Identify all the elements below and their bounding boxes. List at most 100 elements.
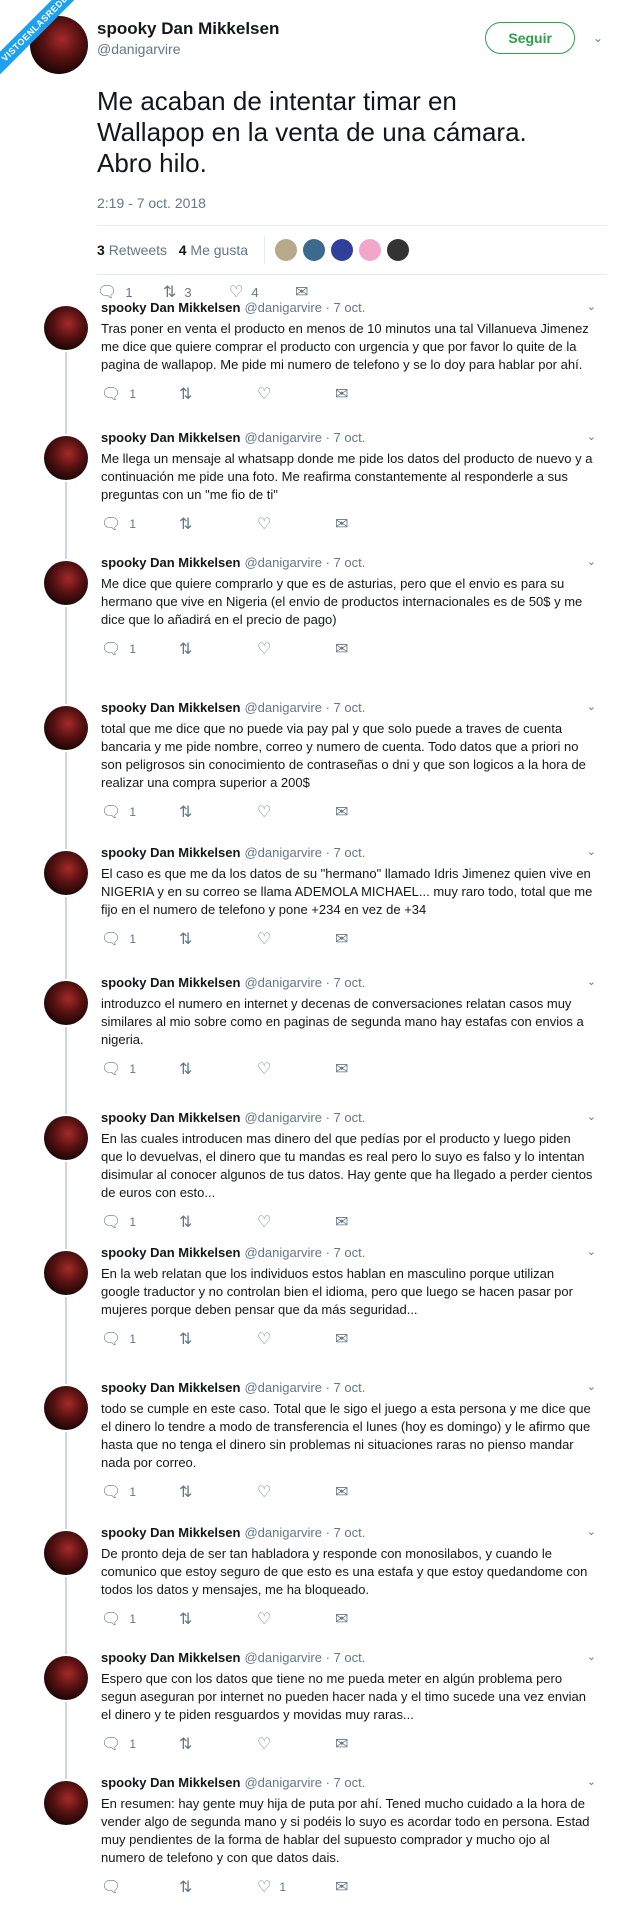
display-name[interactable]: spooky Dan Mikkelsen — [101, 700, 240, 718]
display-name[interactable]: spooky Dan Mikkelsen — [101, 975, 240, 993]
retweet-button[interactable]: ⇅ — [179, 1329, 257, 1349]
handle-and-date[interactable]: @danigarvire · 7 oct. — [244, 430, 365, 448]
follow-button[interactable]: Seguir — [485, 22, 575, 54]
handle-and-date[interactable]: @danigarvire · 7 oct. — [244, 845, 365, 863]
like-button[interactable]: ♡ — [257, 639, 335, 659]
handle-and-date[interactable]: @danigarvire · 7 oct. — [244, 1525, 365, 1543]
display-name[interactable]: spooky Dan Mikkelsen — [101, 1110, 240, 1128]
avatar[interactable] — [44, 306, 88, 350]
avatar[interactable] — [44, 851, 88, 895]
handle-and-date[interactable]: @danigarvire · 7 oct. — [244, 1110, 365, 1128]
chevron-down-icon[interactable]: ⌄ — [587, 1380, 596, 1398]
display-name[interactable]: spooky Dan Mikkelsen — [101, 1245, 240, 1263]
reply-button[interactable]: 🗨 — [101, 1877, 179, 1897]
display-name[interactable]: spooky Dan Mikkelsen — [101, 1380, 240, 1398]
retweet-button[interactable]: ⇅ — [179, 514, 257, 534]
avatar[interactable] — [44, 436, 88, 480]
handle-and-date[interactable]: @danigarvire · 7 oct. — [244, 1245, 365, 1263]
chevron-down-icon[interactable]: ⌄ — [587, 1775, 596, 1793]
liker-avatar[interactable] — [303, 239, 325, 261]
retweet-button[interactable]: ⇅ — [179, 384, 257, 404]
message-button[interactable]: ✉ — [335, 514, 413, 534]
message-button[interactable]: ✉ — [335, 1059, 413, 1079]
retweet-button[interactable]: ⇅ — [179, 1609, 257, 1629]
like-button[interactable]: ♡ 4 — [229, 282, 295, 302]
chevron-down-icon[interactable]: ⌄ — [587, 1650, 596, 1668]
handle-and-date[interactable]: @danigarvire · 7 oct. — [244, 975, 365, 993]
display-name[interactable]: spooky Dan Mikkelsen — [101, 1525, 240, 1543]
display-name[interactable]: spooky Dan Mikkelsen — [101, 300, 240, 318]
reply-button[interactable]: 🗨 1 — [101, 1734, 179, 1754]
likes-label[interactable]: Me gusta — [190, 242, 248, 258]
reply-button[interactable]: 🗨 1 — [101, 1482, 179, 1502]
reply-button[interactable]: 🗨 1 — [97, 282, 163, 302]
reply-button[interactable]: 🗨 1 — [101, 929, 179, 949]
avatar[interactable] — [44, 1251, 88, 1295]
timestamp[interactable]: 2:19 - 7 oct. 2018 — [97, 195, 607, 211]
message-button[interactable]: ✉ — [335, 1482, 413, 1502]
reply-button[interactable]: 🗨 1 — [101, 1609, 179, 1629]
liker-avatar[interactable] — [331, 239, 353, 261]
handle-and-date[interactable]: @danigarvire · 7 oct. — [244, 1775, 365, 1793]
display-name[interactable]: spooky Dan Mikkelsen — [101, 430, 240, 448]
avatar[interactable] — [44, 1531, 88, 1575]
like-button[interactable]: ♡ — [257, 1329, 335, 1349]
message-button[interactable]: ✉ — [335, 929, 413, 949]
handle-and-date[interactable]: @danigarvire · 7 oct. — [244, 700, 365, 718]
handle-and-date[interactable]: @danigarvire · 7 oct. — [244, 1380, 365, 1398]
like-button[interactable]: ♡ — [257, 1212, 335, 1232]
retweet-button[interactable]: ⇅ — [179, 1482, 257, 1502]
retweet-button[interactable]: ⇅ — [179, 802, 257, 822]
message-button[interactable]: ✉ — [335, 384, 413, 404]
liker-avatar[interactable] — [387, 239, 409, 261]
retweets-label[interactable]: Retweets — [109, 242, 167, 258]
retweets-count[interactable]: 3 — [97, 242, 105, 258]
like-button[interactable]: ♡ — [257, 929, 335, 949]
chevron-down-icon[interactable]: ⌄ — [587, 555, 596, 573]
message-button[interactable]: ✉ — [295, 282, 361, 302]
liker-avatar[interactable] — [359, 239, 381, 261]
like-button[interactable]: ♡ — [257, 384, 335, 404]
retweet-button[interactable]: ⇅ — [179, 1877, 257, 1897]
avatar[interactable] — [44, 561, 88, 605]
reply-button[interactable]: 🗨 1 — [101, 1329, 179, 1349]
likes-count[interactable]: 4 — [179, 242, 187, 258]
like-button[interactable]: ♡ — [257, 1482, 335, 1502]
display-name[interactable]: spooky Dan Mikkelsen — [101, 1650, 240, 1668]
retweet-button[interactable]: ⇅ — [179, 1734, 257, 1754]
avatar[interactable] — [44, 706, 88, 750]
display-name[interactable]: spooky Dan Mikkelsen — [101, 1775, 240, 1793]
like-button[interactable]: ♡ — [257, 802, 335, 822]
reply-button[interactable]: 🗨 1 — [101, 639, 179, 659]
liker-avatar[interactable] — [275, 239, 297, 261]
avatar[interactable] — [44, 1781, 88, 1825]
message-button[interactable]: ✉ — [335, 639, 413, 659]
retweet-button[interactable]: ⇅ — [179, 1059, 257, 1079]
reply-button[interactable]: 🗨 1 — [101, 1059, 179, 1079]
reply-button[interactable]: 🗨 1 — [101, 802, 179, 822]
like-button[interactable]: ♡ — [257, 1609, 335, 1629]
chevron-down-icon[interactable]: ⌄ — [587, 430, 596, 448]
message-button[interactable]: ✉ — [335, 1877, 413, 1897]
retweet-button[interactable]: ⇅ 3 — [163, 282, 229, 302]
chevron-down-icon[interactable]: ⌄ — [587, 700, 596, 718]
message-button[interactable]: ✉ — [335, 802, 413, 822]
handle[interactable]: @danigarvire — [97, 41, 485, 57]
chevron-down-icon[interactable]: ⌄ — [587, 1245, 596, 1263]
handle-and-date[interactable]: @danigarvire · 7 oct. — [244, 300, 365, 318]
display-name[interactable]: spooky Dan Mikkelsen — [97, 19, 485, 39]
message-button[interactable]: ✉ — [335, 1734, 413, 1754]
retweet-button[interactable]: ⇅ — [179, 929, 257, 949]
like-button[interactable]: ♡ — [257, 1734, 335, 1754]
message-button[interactable]: ✉ — [335, 1212, 413, 1232]
retweet-button[interactable]: ⇅ — [179, 639, 257, 659]
handle-and-date[interactable]: @danigarvire · 7 oct. — [244, 555, 365, 573]
chevron-down-icon[interactable]: ⌄ — [587, 1110, 596, 1128]
avatar[interactable] — [44, 1656, 88, 1700]
like-button[interactable]: ♡ — [257, 514, 335, 534]
retweet-button[interactable]: ⇅ — [179, 1212, 257, 1232]
display-name[interactable]: spooky Dan Mikkelsen — [101, 845, 240, 863]
chevron-down-icon[interactable]: ⌄ — [587, 845, 596, 863]
like-button[interactable]: ♡ 1 — [257, 1877, 335, 1897]
avatar[interactable] — [44, 981, 88, 1025]
